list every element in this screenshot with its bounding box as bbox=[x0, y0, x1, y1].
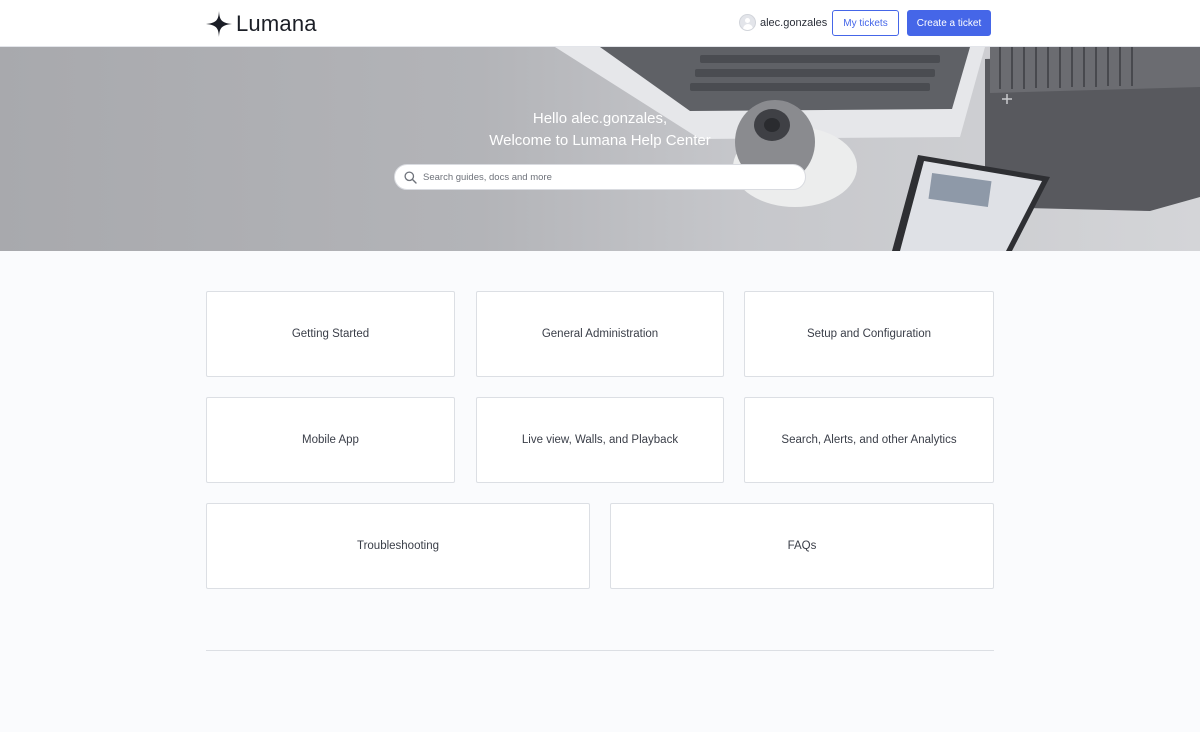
category-card-faqs[interactable]: FAQs bbox=[610, 503, 994, 589]
hero-greeting: Hello alec.gonzales, bbox=[532, 110, 668, 127]
hero-welcome: Welcome to Lumana Help Center bbox=[489, 132, 711, 149]
category-card-mobile-app[interactable]: Mobile App bbox=[206, 397, 455, 483]
category-card-live-view[interactable]: Live view, Walls, and Playback bbox=[476, 397, 724, 483]
search-input[interactable] bbox=[423, 171, 793, 183]
category-card-getting-started[interactable]: Getting Started bbox=[206, 291, 455, 377]
hero-background-image bbox=[555, 47, 1200, 251]
footer-divider bbox=[206, 650, 994, 651]
logo-text: Lumana bbox=[236, 11, 317, 36]
lumana-logo-icon bbox=[206, 11, 232, 37]
user-menu[interactable]: alec.gonzales bbox=[739, 14, 827, 31]
hero-banner: Hello alec.gonzales, Welcome to Lumana H… bbox=[0, 47, 1200, 251]
site-header: Lumana alec.gonzales My tickets Create a… bbox=[0, 0, 1200, 47]
logo-link[interactable]: Lumana bbox=[206, 11, 317, 37]
avatar-icon bbox=[739, 14, 756, 31]
my-tickets-button[interactable]: My tickets bbox=[832, 10, 899, 36]
create-ticket-button[interactable]: Create a ticket bbox=[907, 10, 991, 36]
category-card-general-administration[interactable]: General Administration bbox=[476, 291, 724, 377]
username-label: alec.gonzales bbox=[760, 16, 828, 29]
category-card-search-alerts-analytics[interactable]: Search, Alerts, and other Analytics bbox=[744, 397, 994, 483]
search-bar[interactable] bbox=[394, 164, 806, 190]
search-icon bbox=[404, 170, 417, 184]
category-card-troubleshooting[interactable]: Troubleshooting bbox=[206, 503, 590, 589]
category-card-setup-and-configuration[interactable]: Setup and Configuration bbox=[744, 291, 994, 377]
